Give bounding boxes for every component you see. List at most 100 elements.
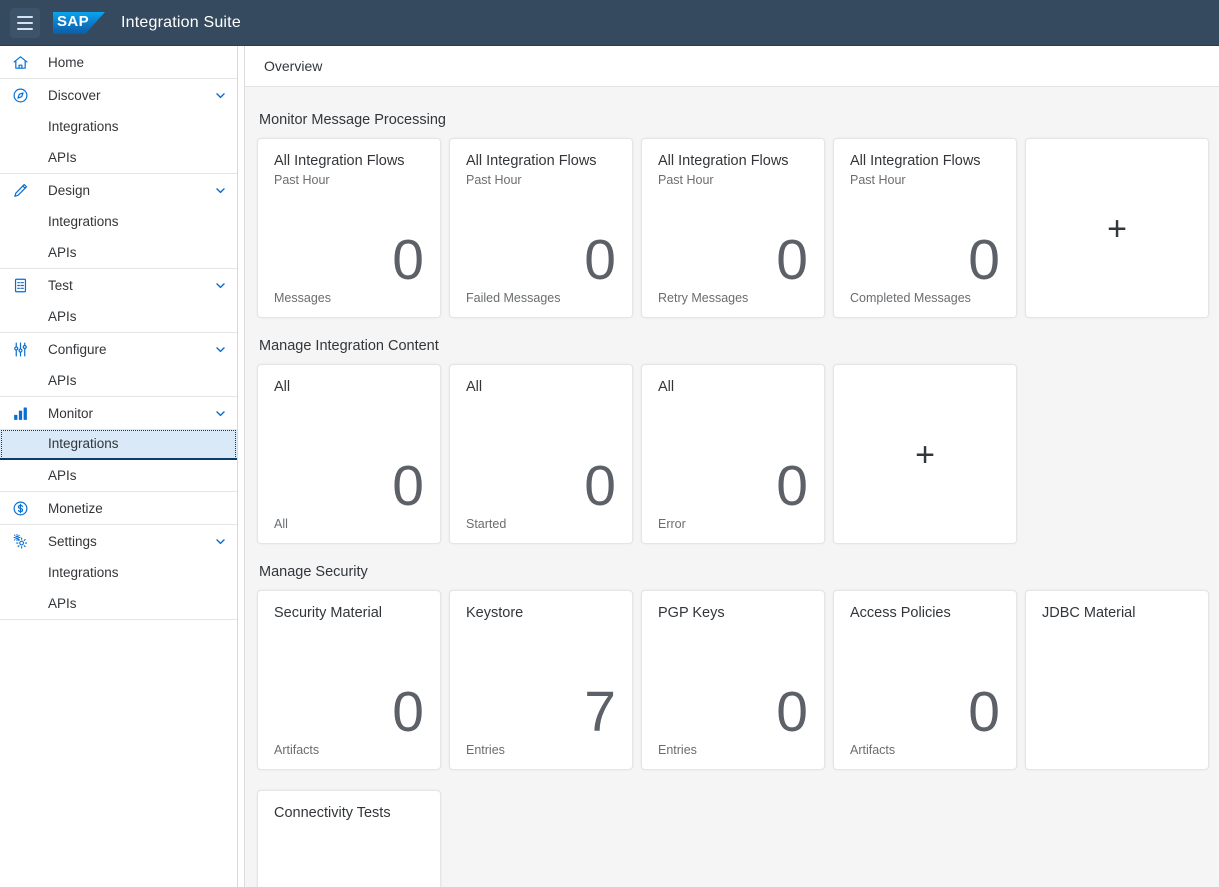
tile-subtitle: Past Hour [658, 173, 714, 188]
sidebar-subitem-design-apis[interactable]: APIs [0, 237, 237, 268]
chevron-down-icon[interactable] [214, 407, 227, 420]
sidebar-subitem-discover-apis[interactable]: APIs [0, 142, 237, 173]
tile-value: 0 [392, 679, 424, 744]
tile-jdbc-material[interactable]: JDBC Material [1025, 590, 1209, 770]
tile-footer-label: Error [658, 517, 686, 531]
compass-icon [12, 85, 36, 105]
menu-bar-3 [17, 28, 33, 30]
tile-subtitle: Past Hour [466, 173, 522, 188]
content-scroll-area[interactable]: Monitor Message Processing All Integratio… [238, 87, 1219, 887]
sidebar-item-home[interactable]: Home [0, 46, 237, 78]
section-title-monitor-message-processing: Monitor Message Processing [259, 112, 446, 128]
shellbar: SAP Integration Suite [0, 0, 1219, 46]
sidebar-item-discover[interactable]: Discover [0, 79, 237, 111]
sidebar-group-settings: Settings Integrations APIs [0, 525, 237, 620]
sidebar-item-configure[interactable]: Configure [0, 333, 237, 365]
chevron-down-icon[interactable] [214, 535, 227, 548]
main-content-column: Overview Monitor Message Processing All I… [238, 46, 1219, 887]
sidebar-item-label-design: Design [48, 182, 91, 198]
sidebar-item-design[interactable]: Design [0, 174, 237, 206]
tab-overview[interactable]: Overview [264, 58, 322, 74]
tile-row-manage-integration-content: All 0 All All 0 Started All 0 Error + [257, 364, 1197, 544]
tile-all-integration-flows[interactable]: All Integration Flows Past Hour 0 Failed Me… [449, 138, 633, 318]
tile-footer-label: Entries [658, 743, 697, 757]
tile-footer-label: Retry Messages [658, 291, 749, 305]
sap-logo[interactable]: SAP [53, 10, 105, 36]
tile-title: All Integration Flows [850, 153, 981, 169]
tile-all-integration-flows[interactable]: All Integration Flows Past Hour 0 Messages [257, 138, 441, 318]
tile-title: All [274, 379, 291, 395]
tile-value: 0 [968, 227, 1000, 292]
home-icon [12, 52, 36, 72]
tile-all[interactable]: All 0 Started [449, 364, 633, 544]
tile-footer-label: All [274, 517, 288, 531]
tile-value: 0 [392, 453, 424, 518]
gears-icon [12, 531, 36, 551]
tile-value: 0 [584, 227, 616, 292]
plus-icon: + [915, 436, 935, 474]
tile-title: Connectivity Tests [274, 805, 391, 821]
sidebar-subitem-monitor-apis[interactable]: APIs [0, 460, 237, 491]
sidebar-item-label-home: Home [48, 54, 85, 70]
chevron-down-icon[interactable] [214, 89, 227, 102]
tile-footer-label: Completed Messages [850, 291, 971, 305]
tile-keystore[interactable]: Keystore 7 Entries [449, 590, 633, 770]
tile-title: PGP Keys [658, 605, 725, 621]
sidebar-subitem-configure-apis[interactable]: APIs [0, 365, 237, 396]
tile-all[interactable]: All 0 Error [641, 364, 825, 544]
sidebar-item-test[interactable]: Test [0, 269, 237, 301]
dollar-circle-icon [12, 498, 36, 518]
bar-chart-icon [12, 403, 36, 423]
tile-value: 0 [776, 453, 808, 518]
sidebar-item-monetize[interactable]: Monetize [0, 492, 237, 524]
section-connectivity: Connectivity Tests [257, 790, 1197, 887]
add-tile-button[interactable]: + [833, 364, 1017, 544]
sidebar-item-label-settings: Settings [48, 533, 97, 549]
sidebar-group-test: Test APIs [0, 269, 237, 333]
tile-footer-label: Started [466, 517, 507, 531]
tile-pgp-keys[interactable]: PGP Keys 0 Entries [641, 590, 825, 770]
tile-title: All Integration Flows [466, 153, 597, 169]
section-manage-security: Manage Security Security Material 0 Artifac… [257, 564, 1209, 770]
tile-value: 0 [776, 679, 808, 744]
sidebar-subitem-design-integrations[interactable]: Integrations [0, 206, 237, 237]
sap-logo-text: SAP [57, 13, 90, 30]
sidebar-item-monitor[interactable]: Monitor [0, 397, 237, 429]
chevron-down-icon[interactable] [214, 184, 227, 197]
tile-value: 0 [776, 227, 808, 292]
tile-footer-label: Messages [274, 291, 331, 305]
sidebar-subitem-discover-integrations[interactable]: Integrations [0, 111, 237, 142]
tile-row-manage-security: Security Material 0 Artifacts Keystore 7 Entr… [257, 590, 1209, 770]
tile-title: Security Material [274, 605, 382, 621]
tile-row-monitor-message-processing: All Integration Flows Past Hour 0 Messages A… [257, 138, 1209, 318]
app-title: Integration Suite [121, 14, 241, 31]
tile-value: 0 [392, 227, 424, 292]
sidebar-item-settings[interactable]: Settings [0, 525, 237, 557]
hamburger-menu-icon[interactable] [10, 8, 40, 38]
sidebar-group-monitor: Monitor Integrations APIs [0, 397, 237, 492]
tile-access-policies[interactable]: Access Policies 0 Artifacts [833, 590, 1017, 770]
section-monitor-message-processing: Monitor Message Processing All Integratio… [257, 112, 1209, 318]
section-manage-integration-content: Manage Integration Content All 0 All All 0 Sta… [257, 338, 1197, 544]
tile-title: Keystore [466, 605, 524, 621]
tile-security-material[interactable]: Security Material 0 Artifacts [257, 590, 441, 770]
add-tile-button[interactable]: + [1025, 138, 1209, 318]
chevron-down-icon[interactable] [214, 343, 227, 356]
sidebar-group-discover: Discover Integrations APIs [0, 79, 237, 174]
tile-all-integration-flows[interactable]: All Integration Flows Past Hour 0 Completed… [833, 138, 1017, 318]
sidebar-subitem-test-apis[interactable]: APIs [0, 301, 237, 332]
tile-value: 0 [968, 679, 1000, 744]
section-title-manage-integration-content: Manage Integration Content [259, 338, 439, 354]
tile-footer-label: Entries [466, 743, 505, 757]
menu-bar-1 [17, 16, 33, 18]
tile-title: Access Policies [850, 605, 951, 621]
sidebar-subitem-monitor-integrations[interactable]: Integrations [0, 429, 237, 460]
tile-connectivity-tests[interactable]: Connectivity Tests [257, 790, 441, 887]
tile-all-integration-flows[interactable]: All Integration Flows Past Hour 0 Retry Mes… [641, 138, 825, 318]
chevron-down-icon[interactable] [214, 279, 227, 292]
sidebar-subitem-settings-apis[interactable]: APIs [0, 588, 237, 619]
sidebar-subitem-settings-integrations[interactable]: Integrations [0, 557, 237, 588]
tile-all[interactable]: All 0 All [257, 364, 441, 544]
tile-title: All [658, 379, 675, 395]
tile-title: JDBC Material [1042, 605, 1136, 621]
